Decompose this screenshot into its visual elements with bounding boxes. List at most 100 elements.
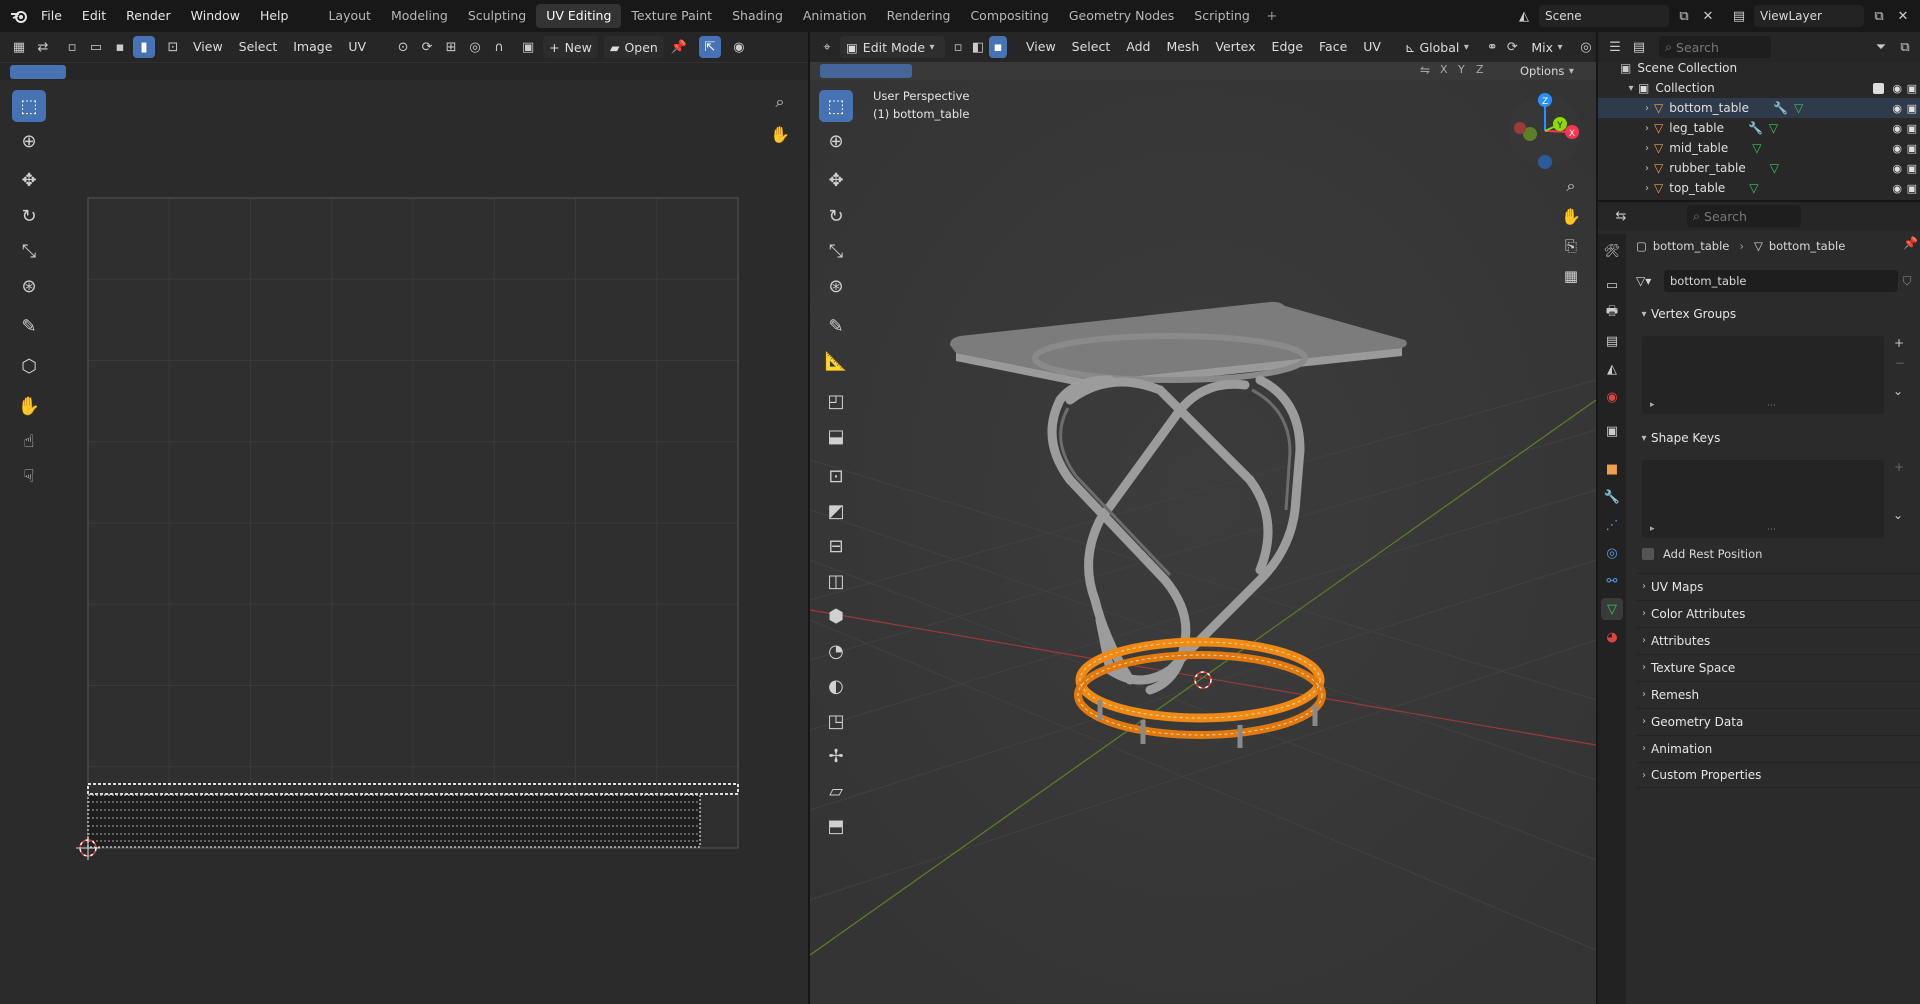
snap-mix-selector[interactable]: Mix ▾ [1525, 36, 1573, 58]
mesh-name-field[interactable]: bottom_table [1664, 270, 1898, 292]
editor-type-icon[interactable]: ▦ [8, 36, 30, 58]
face-mode-icon[interactable]: ▪ [989, 36, 1007, 58]
menu-render[interactable]: Render [116, 0, 181, 32]
mesh-data-icon[interactable]: ▽ [1752, 141, 1761, 155]
resize-handle-icon[interactable]: ⋯ [1767, 525, 1776, 535]
selection-mode-icons[interactable] [10, 65, 66, 79]
rotate-tool[interactable]: ↻ [12, 200, 46, 232]
vertex-select-icon[interactable]: ▫ [61, 36, 83, 58]
chevron-down-icon[interactable]: ▾ [1624, 83, 1638, 94]
vp-rotate-tool[interactable]: ↻ [819, 200, 853, 232]
eye-icon[interactable]: ◉ [1892, 102, 1902, 115]
pinch-tool[interactable]: ☟ [12, 460, 46, 492]
add-rest-position-checkbox[interactable] [1642, 548, 1654, 560]
options-button[interactable]: Options ▾ [1520, 62, 1578, 80]
new-collection-icon[interactable]: ⧉ [1894, 36, 1916, 58]
tool-tab-icon[interactable]: 🛠 [1601, 240, 1623, 262]
menu-help[interactable]: Help [250, 0, 299, 32]
data-tab-icon[interactable]: ▽ [1601, 598, 1623, 620]
expand-list-icon[interactable]: ▸ [1650, 400, 1655, 410]
tab-scripting[interactable]: Scripting [1184, 4, 1260, 28]
vp-menu-vertex[interactable]: Vertex [1207, 34, 1263, 60]
chevron-right-icon[interactable]: › [1640, 163, 1654, 174]
shear-tool[interactable]: ▱ [819, 775, 853, 807]
new-image-button[interactable]: + New [543, 36, 598, 58]
add-workspace-icon[interactable]: + [1261, 5, 1283, 27]
resize-handle-icon[interactable]: ⋯ [1767, 401, 1776, 411]
spin-tool[interactable]: ◔ [819, 635, 853, 667]
mirror-icon[interactable]: ⇋ [1420, 63, 1430, 77]
mesh-browse-icon[interactable]: ▽▾ [1636, 274, 1664, 288]
properties-search[interactable]: ⌕ Search [1687, 205, 1801, 227]
mirror-x[interactable]: X [1440, 63, 1448, 76]
tab-animation[interactable]: Animation [793, 4, 877, 28]
zoom-icon[interactable]: ⌕ [766, 88, 794, 116]
scene-icon[interactable]: ◭ [1513, 5, 1535, 27]
smooth-tool[interactable]: ◐ [819, 670, 853, 702]
vp-menu-add[interactable]: Add [1118, 34, 1158, 60]
scene-collection-row[interactable]: ▣ Scene Collection [1598, 58, 1920, 78]
new-view-layer-icon[interactable]: ⧉ [1868, 5, 1890, 27]
vp-pan-icon[interactable]: ✋ [1557, 202, 1585, 230]
animation-header[interactable]: › Animation [1637, 735, 1920, 761]
mesh-data-icon[interactable]: ▽ [1769, 121, 1778, 135]
mode-selector[interactable]: ▣ Edit Mode ▾ [839, 36, 946, 58]
material-tab-icon[interactable]: ◕ [1601, 626, 1623, 648]
view-layer-selector[interactable]: ViewLayer [1754, 5, 1864, 27]
camera-icon[interactable]: ▣ [1907, 102, 1917, 115]
relax-tool[interactable]: ☝ [12, 425, 46, 457]
shape-keys-header[interactable]: ▾ Shape Keys [1637, 425, 1920, 451]
pivot-point-icon[interactable]: ⚭ [1483, 36, 1501, 58]
sticky-select-icon[interactable]: ⊡ [162, 36, 184, 58]
view-layer-tab-icon[interactable]: ▤ [1601, 330, 1623, 352]
vp-selection-mode-icons[interactable] [820, 64, 912, 78]
vp-menu-view[interactable]: View [1018, 34, 1064, 60]
remesh-header[interactable]: › Remesh [1637, 681, 1920, 707]
view-layer-icon[interactable]: ▤ [1728, 5, 1750, 27]
transform-tool[interactable]: ⊛ [12, 270, 46, 302]
camera-icon[interactable]: ▣ [1907, 142, 1917, 155]
vp-menu-face[interactable]: Face [1311, 34, 1355, 60]
overlays-icon[interactable]: ◉ [728, 36, 750, 58]
particles-tab-icon[interactable]: ⋰ [1601, 514, 1623, 536]
island-select-icon[interactable]: ▮ [133, 36, 155, 58]
output-tab-icon[interactable]: 🖶 [1601, 302, 1623, 324]
pan-hand-icon[interactable]: ✋ [766, 120, 794, 148]
edge-mode-icon[interactable]: ◧ [969, 36, 987, 58]
chevron-right-icon[interactable]: › [1640, 143, 1654, 154]
annotate-tool[interactable]: ✎ [12, 310, 46, 342]
navigation-gizmo[interactable]: Z X Y [1500, 86, 1590, 176]
vp-annotate-tool[interactable]: ✎ [819, 310, 853, 342]
face-select-icon[interactable]: ▪ [109, 36, 131, 58]
snap-target-icon[interactable]: ⊞ [440, 36, 462, 58]
knife-tool[interactable]: ◫ [819, 565, 853, 597]
eye-icon[interactable]: ◉ [1892, 182, 1902, 195]
outliner-item-leg-table[interactable]: › ▽ leg_table 🔧 ▽ ◉ ▣ [1598, 118, 1920, 138]
chevron-right-icon[interactable]: › [1640, 103, 1654, 114]
remove-vertex-group-button[interactable]: − [1895, 356, 1905, 370]
geometry-data-header[interactable]: › Geometry Data [1637, 708, 1920, 734]
tab-uv-editing[interactable]: UV Editing [536, 4, 622, 28]
cursor-tool[interactable]: ⊕ [12, 125, 46, 157]
loop-cut-tool[interactable]: ⊟ [819, 530, 853, 562]
uv-menu-uv[interactable]: UV [340, 34, 374, 60]
vp-scale-tool[interactable]: ⤡ [819, 235, 853, 267]
vp-zoom-icon[interactable]: ⌕ [1557, 172, 1585, 200]
vertex-groups-list[interactable]: ▸ ⋯ [1642, 336, 1884, 414]
pivot-icon[interactable]: ⊙ [392, 36, 414, 58]
delete-scene-icon[interactable]: ✕ [1697, 5, 1719, 27]
mirror-z[interactable]: Z [1476, 63, 1484, 76]
eye-icon[interactable]: ◉ [1892, 162, 1902, 175]
outliner-search[interactable]: ⌕ Search [1659, 36, 1771, 58]
uv-maps-header[interactable]: › UV Maps [1637, 573, 1920, 599]
snapping-icon[interactable]: ⟳ [1503, 36, 1521, 58]
orientation-selector[interactable]: ⊾ Global ▾ [1399, 36, 1479, 58]
add-shape-key-button[interactable]: + [1894, 460, 1904, 474]
move-tool[interactable]: ✥ [12, 164, 46, 196]
falloff-icon[interactable]: ∩ [488, 36, 510, 58]
modifier-icon[interactable]: 🔧 [1748, 121, 1763, 135]
vp-menu-uv[interactable]: UV [1355, 34, 1389, 60]
world-tab-icon[interactable]: ◉ [1601, 386, 1623, 408]
select-box-tool[interactable]: ⬚ [12, 90, 46, 122]
chevron-right-icon[interactable]: › [1640, 123, 1654, 134]
